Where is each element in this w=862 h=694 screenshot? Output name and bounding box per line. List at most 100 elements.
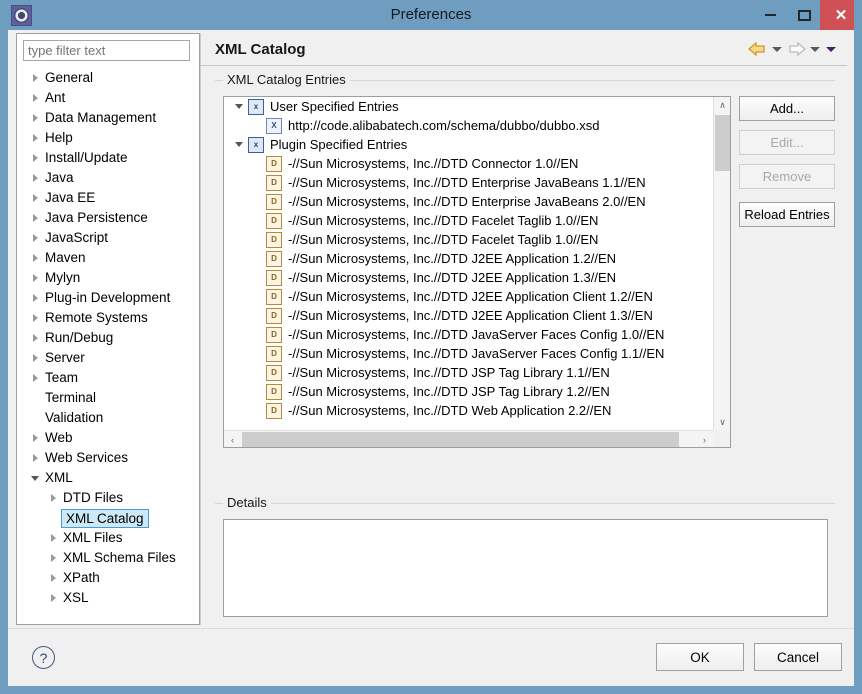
chevron-right-icon[interactable] bbox=[27, 328, 43, 348]
sidebar-item-install-update[interactable]: Install/Update bbox=[17, 148, 199, 168]
catalog-entry-row[interactable]: D -//Sun Microsystems, Inc.//DTD Facelet … bbox=[224, 230, 713, 249]
chevron-right-icon[interactable] bbox=[27, 248, 43, 268]
chevron-right-icon[interactable] bbox=[27, 88, 43, 108]
add-button[interactable]: Add... bbox=[739, 96, 835, 121]
sidebar-item-data-management[interactable]: Data Management bbox=[17, 108, 199, 128]
details-group-label: Details bbox=[223, 495, 271, 510]
catalog-entry-row[interactable]: D -//Sun Microsystems, Inc.//DTD J2EE App… bbox=[224, 268, 713, 287]
chevron-down-icon[interactable] bbox=[27, 468, 43, 488]
catalog-entry-row[interactable]: D -//Sun Microsystems, Inc.//DTD Facelet … bbox=[224, 211, 713, 230]
sidebar-item-ant[interactable]: Ant bbox=[17, 88, 199, 108]
sidebar-item-xpath[interactable]: XPath bbox=[17, 568, 199, 588]
chevron-right-icon[interactable] bbox=[27, 428, 43, 448]
maximize-icon bbox=[797, 9, 811, 21]
sidebar-item-java-ee[interactable]: Java EE bbox=[17, 188, 199, 208]
sidebar-item-label: Web Services bbox=[45, 450, 129, 465]
catalog-entry-row[interactable]: D -//Sun Microsystems, Inc.//DTD JSP Tag … bbox=[224, 382, 713, 401]
sidebar-item-label: Java Persistence bbox=[45, 210, 148, 225]
sidebar-item-run-debug[interactable]: Run/Debug bbox=[17, 328, 199, 348]
chevron-right-icon[interactable] bbox=[45, 528, 61, 548]
sidebar-item-web-services[interactable]: Web Services bbox=[17, 448, 199, 468]
catalog-entry-row[interactable]: D -//Sun Microsystems, Inc.//DTD JSP Tag … bbox=[224, 363, 713, 382]
chevron-right-icon[interactable] bbox=[27, 268, 43, 288]
chevron-right-icon[interactable] bbox=[27, 128, 43, 148]
chevron-right-icon[interactable] bbox=[27, 448, 43, 468]
chevron-right-icon[interactable] bbox=[45, 588, 61, 608]
catalog-entry-row[interactable]: x Plugin Specified Entries bbox=[224, 135, 713, 154]
sidebar-item-server[interactable]: Server bbox=[17, 348, 199, 368]
entries-horizontal-scrollbar[interactable]: ‹ › bbox=[224, 430, 713, 447]
vertical-scroll-thumb[interactable] bbox=[715, 115, 730, 171]
chevron-right-icon[interactable] bbox=[27, 188, 43, 208]
dtd-entry-icon: D bbox=[266, 345, 282, 362]
sidebar-item-team[interactable]: Team bbox=[17, 368, 199, 388]
sidebar-item-general[interactable]: General bbox=[17, 68, 199, 88]
sidebar-item-label: Java EE bbox=[45, 190, 96, 205]
minimize-button[interactable] bbox=[752, 0, 788, 30]
back-history-chevron-down-icon[interactable] bbox=[769, 40, 785, 58]
dtd-entry-icon: D bbox=[266, 383, 282, 400]
chevron-right-icon[interactable] bbox=[27, 148, 43, 168]
sidebar-item-web[interactable]: Web bbox=[17, 428, 199, 448]
catalog-entry-row[interactable]: D -//Sun Microsystems, Inc.//DTD J2EE App… bbox=[224, 249, 713, 268]
chevron-right-icon[interactable] bbox=[27, 288, 43, 308]
cancel-button[interactable]: Cancel bbox=[754, 643, 842, 671]
reload-entries-button[interactable]: Reload Entries bbox=[739, 202, 835, 227]
catalog-entry-row[interactable]: D -//Sun Microsystems, Inc.//DTD JavaServ… bbox=[224, 344, 713, 363]
maximize-button[interactable] bbox=[788, 0, 820, 30]
ok-button[interactable]: OK bbox=[656, 643, 744, 671]
sidebar-item-xml-schema-files[interactable]: XML Schema Files bbox=[17, 548, 199, 568]
back-arrow-icon[interactable] bbox=[747, 40, 769, 58]
sidebar-item-validation[interactable]: Validation bbox=[17, 408, 199, 428]
scroll-right-icon[interactable]: › bbox=[696, 431, 713, 448]
catalog-entry-row[interactable]: Xhttp://code.alibabatech.com/schema/dubb… bbox=[224, 116, 713, 135]
sidebar-item-mylyn[interactable]: Mylyn bbox=[17, 268, 199, 288]
chevron-right-icon[interactable] bbox=[45, 568, 61, 588]
catalog-entry-row[interactable]: D -//Sun Microsystems, Inc.//DTD Connecto… bbox=[224, 154, 713, 173]
horizontal-scroll-thumb[interactable] bbox=[242, 432, 679, 447]
chevron-down-icon[interactable] bbox=[230, 142, 248, 147]
catalog-entries-list[interactable]: x User Specified Entries Xhttp://code.alib… bbox=[223, 96, 731, 448]
sidebar-item-xml[interactable]: XML bbox=[17, 468, 199, 488]
sidebar-item-label: Plug-in Development bbox=[45, 290, 171, 305]
sidebar-item-maven[interactable]: Maven bbox=[17, 248, 199, 268]
scroll-down-icon[interactable]: ∨ bbox=[714, 414, 731, 431]
help-question-icon[interactable]: ? bbox=[32, 646, 55, 669]
sidebar-item-plug-in-development[interactable]: Plug-in Development bbox=[17, 288, 199, 308]
catalog-entry-row[interactable]: D -//Sun Microsystems, Inc.//DTD Web Appl… bbox=[224, 401, 713, 420]
catalog-entry-row[interactable]: D -//Sun Microsystems, Inc.//DTD Enterpri… bbox=[224, 192, 713, 211]
chevron-right-icon[interactable] bbox=[27, 208, 43, 228]
chevron-right-icon[interactable] bbox=[27, 368, 43, 388]
sidebar-item-xml-catalog[interactable]: XML Catalog bbox=[17, 508, 199, 528]
page-menu-chevron-down-icon[interactable] bbox=[823, 40, 839, 58]
chevron-right-icon[interactable] bbox=[45, 548, 61, 568]
sidebar-item-javascript[interactable]: JavaScript bbox=[17, 228, 199, 248]
scroll-left-icon[interactable]: ‹ bbox=[224, 431, 241, 448]
details-text-area[interactable] bbox=[223, 519, 828, 617]
chevron-right-icon[interactable] bbox=[45, 488, 61, 508]
chevron-right-icon[interactable] bbox=[27, 228, 43, 248]
scroll-up-icon[interactable]: ∧ bbox=[714, 97, 731, 114]
catalog-entry-row[interactable]: D -//Sun Microsystems, Inc.//DTD J2EE App… bbox=[224, 306, 713, 325]
sidebar-item-terminal[interactable]: Terminal bbox=[17, 388, 199, 408]
chevron-right-icon[interactable] bbox=[27, 168, 43, 188]
forward-history-chevron-down-icon[interactable] bbox=[807, 40, 823, 58]
chevron-right-icon[interactable] bbox=[27, 348, 43, 368]
catalog-entry-row[interactable]: D -//Sun Microsystems, Inc.//DTD Enterpri… bbox=[224, 173, 713, 192]
filter-input[interactable] bbox=[23, 40, 190, 61]
sidebar-item-remote-systems[interactable]: Remote Systems bbox=[17, 308, 199, 328]
sidebar-item-java-persistence[interactable]: Java Persistence bbox=[17, 208, 199, 228]
sidebar-item-java[interactable]: Java bbox=[17, 168, 199, 188]
catalog-entry-row[interactable]: D -//Sun Microsystems, Inc.//DTD J2EE App… bbox=[224, 287, 713, 306]
catalog-entry-row[interactable]: x User Specified Entries bbox=[224, 97, 713, 116]
sidebar-item-xsl[interactable]: XSL bbox=[17, 588, 199, 608]
entries-vertical-scrollbar[interactable]: ∧ ∨ bbox=[713, 97, 730, 431]
chevron-right-icon[interactable] bbox=[27, 108, 43, 128]
chevron-right-icon[interactable] bbox=[27, 308, 43, 328]
sidebar-item-xml-files[interactable]: XML Files bbox=[17, 528, 199, 548]
chevron-down-icon[interactable] bbox=[230, 104, 248, 109]
catalog-entry-row[interactable]: D -//Sun Microsystems, Inc.//DTD JavaServ… bbox=[224, 325, 713, 344]
sidebar-item-dtd-files[interactable]: DTD Files bbox=[17, 488, 199, 508]
sidebar-item-help[interactable]: Help bbox=[17, 128, 199, 148]
chevron-right-icon[interactable] bbox=[27, 68, 43, 88]
